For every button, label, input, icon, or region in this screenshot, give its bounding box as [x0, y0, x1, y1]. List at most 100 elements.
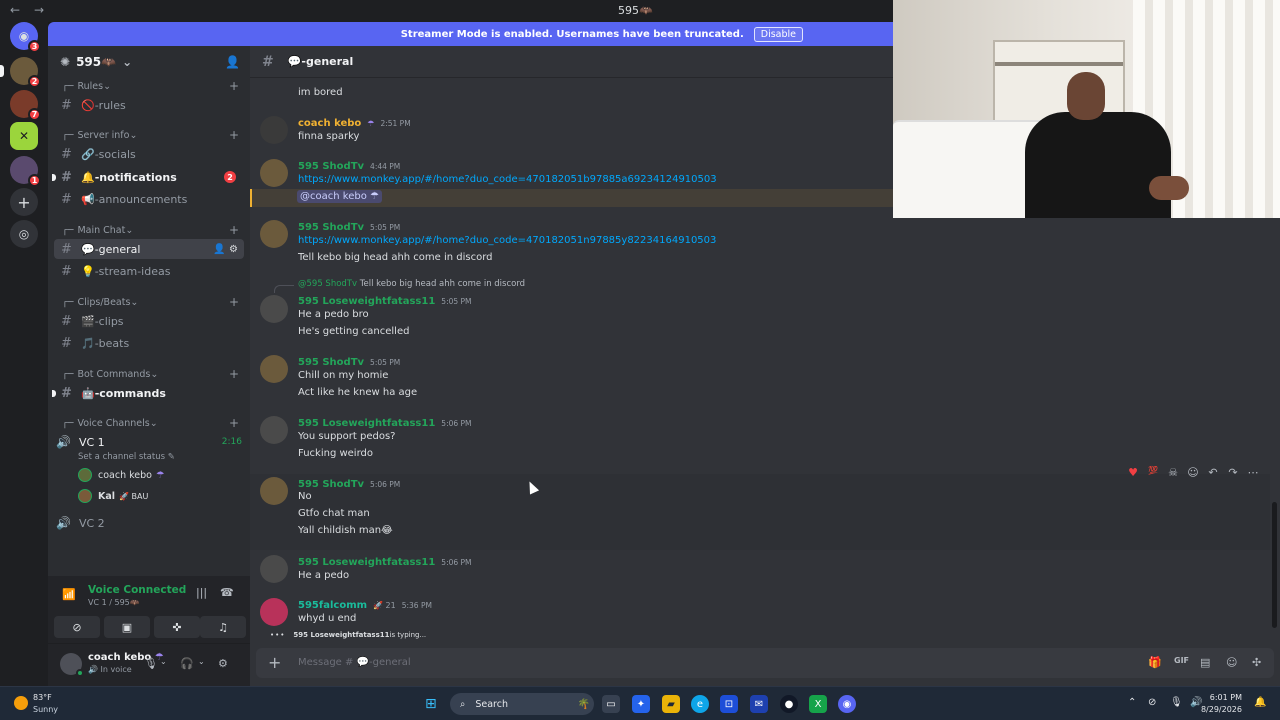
- forward-arrow-icon[interactable]: →: [34, 3, 44, 17]
- message-author[interactable]: 595 Loseweightfatass11: [298, 296, 435, 307]
- windows-start-icon[interactable]: ⊞: [425, 696, 437, 712]
- edge-browser-icon[interactable]: e: [691, 695, 709, 713]
- gift-icon[interactable]: 🎁: [1148, 656, 1162, 669]
- message-author[interactable]: 595 Loseweightfatass11: [298, 557, 435, 568]
- weather-condition[interactable]: Sunny: [33, 705, 58, 714]
- obs-icon[interactable]: ●: [780, 695, 798, 713]
- notification-bell-icon[interactable]: 🔔: [1254, 697, 1266, 708]
- set-channel-status[interactable]: Set a channel status ✎: [78, 452, 175, 462]
- channel-stream-ideas[interactable]: # 💡-stream-ideas: [54, 261, 244, 281]
- invite-people-icon[interactable]: 👤: [225, 55, 240, 69]
- avatar[interactable]: [260, 477, 288, 505]
- headphones-icon[interactable]: 🎧: [180, 657, 194, 670]
- category-voice-channels[interactable]: ┌─ Voice Channels ⌄ +: [62, 416, 239, 430]
- server-icon-green[interactable]: ✕: [10, 122, 38, 150]
- sticker-icon[interactable]: ▤: [1200, 656, 1210, 669]
- microphone-tray-icon[interactable]: 🎙: [1170, 697, 1183, 708]
- weather-temperature[interactable]: 83°F: [33, 693, 52, 702]
- emoji-icon[interactable]: ☺: [1226, 656, 1237, 669]
- avatar[interactable]: [260, 220, 288, 248]
- message-author[interactable]: 595falcomm: [298, 600, 367, 611]
- disable-streamer-mode-button[interactable]: Disable: [753, 26, 803, 42]
- category-clips-beats[interactable]: ┌─ Clips/Beats ⌄ +: [62, 295, 239, 309]
- outlook-icon[interactable]: ✉: [750, 695, 768, 713]
- create-channel-icon[interactable]: +: [229, 295, 239, 309]
- message-author[interactable]: coach kebo: [298, 118, 361, 129]
- create-channel-icon[interactable]: +: [229, 416, 239, 430]
- hundred-reaction-icon[interactable]: 💯: [1146, 466, 1160, 479]
- avatar[interactable]: [260, 416, 288, 444]
- channel-socials[interactable]: # 🔗-socials: [54, 144, 244, 164]
- avatar[interactable]: [260, 116, 288, 144]
- voice-channel-vc1[interactable]: 🔊 VC 1 2:16: [56, 432, 246, 452]
- message-input[interactable]: Message # 💬-general: [298, 657, 411, 668]
- chevron-up-icon[interactable]: ⌃: [1128, 697, 1136, 708]
- message-author[interactable]: 595 ShodTv: [298, 479, 364, 490]
- chat-scrollbar[interactable]: [1272, 502, 1277, 628]
- message-author[interactable]: 595 Loseweightfatass11: [298, 418, 435, 429]
- file-explorer-icon[interactable]: ▰: [662, 695, 680, 713]
- reply-preview[interactable]: @595 ShodTv Tell kebo big head ahh come …: [298, 279, 525, 289]
- channel-commands[interactable]: # 🤖-commands: [52, 383, 244, 403]
- store-icon[interactable]: ⊡: [720, 695, 738, 713]
- create-channel-icon[interactable]: +: [229, 79, 239, 93]
- message-author[interactable]: 595 ShodTv: [298, 357, 364, 368]
- upload-plus-icon[interactable]: +: [268, 653, 281, 672]
- avatar[interactable]: [260, 598, 288, 626]
- discord-home-button[interactable]: ◉ 3: [10, 22, 41, 53]
- heart-reaction-icon[interactable]: ♥: [1126, 466, 1140, 479]
- server-icon-595[interactable]: 2: [0, 57, 41, 88]
- discover-compass-icon[interactable]: ◎: [10, 220, 38, 248]
- chevron-down-icon[interactable]: ⌄: [198, 657, 205, 666]
- copilot-icon[interactable]: ✦: [632, 695, 650, 713]
- noise-suppression-icon[interactable]: |||: [196, 586, 207, 599]
- taskbar-date[interactable]: 8/29/2026: [1196, 705, 1242, 714]
- user-mention[interactable]: @coach kebo ☂: [297, 190, 382, 203]
- channel-beats[interactable]: # 🎵-beats: [54, 333, 244, 353]
- camera-off-button[interactable]: ⊘: [54, 616, 100, 638]
- avatar[interactable]: [260, 159, 288, 187]
- category-bot-commands[interactable]: ┌─ Bot Commands ⌄ +: [62, 367, 239, 381]
- sunny-weather-icon[interactable]: [14, 696, 28, 710]
- server-header[interactable]: ✺ 595🦇 ⌄ 👤: [48, 46, 250, 78]
- add-server-icon[interactable]: +: [10, 188, 38, 216]
- forward-icon[interactable]: ↷: [1226, 466, 1240, 479]
- avatar[interactable]: [260, 295, 288, 323]
- message-composer[interactable]: + Message # 💬-general 🎁 GIF ▤ ☺ ✣: [256, 648, 1274, 678]
- message-author[interactable]: 595 ShodTv: [298, 161, 364, 172]
- message-link[interactable]: https://www.monkey.app/#/home?duo_code=4…: [298, 174, 717, 185]
- voice-connected-subtitle[interactable]: VC 1 / 595🦇: [88, 598, 140, 607]
- network-icon[interactable]: ⊘: [1148, 697, 1156, 708]
- activities-button[interactable]: ✜: [154, 616, 200, 638]
- back-arrow-icon[interactable]: ←: [10, 3, 20, 17]
- task-view-icon[interactable]: ▭: [602, 695, 620, 713]
- category-main-chat[interactable]: ┌─ Main Chat ⌄ +: [62, 223, 239, 237]
- soundboard-button[interactable]: ♫: [200, 616, 246, 638]
- channel-rules[interactable]: # 🚫-rules: [54, 95, 244, 115]
- taskbar-clock[interactable]: 6:01 PM: [1200, 693, 1242, 702]
- taskbar-search[interactable]: ⌕ Search 🌴: [450, 693, 594, 715]
- category-rules[interactable]: ┌─ Rules ⌄ +: [62, 79, 239, 93]
- channel-settings-icon[interactable]: 👤 ⚙: [213, 244, 238, 255]
- avatar[interactable]: [260, 355, 288, 383]
- create-channel-icon[interactable]: +: [229, 367, 239, 381]
- channel-general[interactable]: # 💬-general 👤 ⚙: [54, 239, 244, 259]
- add-reaction-icon[interactable]: ☺: [1186, 466, 1200, 479]
- microphone-icon[interactable]: 🎙: [144, 657, 158, 670]
- skull-reaction-icon[interactable]: ☠: [1166, 466, 1180, 479]
- voice-user-kal[interactable]: Kal 🚀 BAU: [78, 487, 148, 505]
- reply-icon[interactable]: ↶: [1206, 466, 1220, 479]
- user-settings-gear-icon[interactable]: ⚙: [218, 657, 228, 670]
- message-author[interactable]: 595 ShodTv: [298, 222, 364, 233]
- create-channel-icon[interactable]: +: [229, 128, 239, 142]
- xbox-icon[interactable]: X: [809, 695, 827, 713]
- channel-announcements[interactable]: # 📢-announcements: [54, 189, 244, 209]
- server-icon[interactable]: 1: [10, 156, 41, 187]
- share-screen-button[interactable]: ▣: [104, 616, 150, 638]
- server-icon[interactable]: 7: [10, 90, 41, 121]
- voice-channel-vc2[interactable]: 🔊 VC 2: [56, 513, 246, 533]
- create-channel-icon[interactable]: +: [229, 223, 239, 237]
- apps-icon[interactable]: ✣: [1252, 656, 1261, 669]
- disconnect-call-icon[interactable]: ☎: [220, 586, 234, 599]
- channel-notifications[interactable]: # 🔔-notifications 2: [52, 167, 244, 187]
